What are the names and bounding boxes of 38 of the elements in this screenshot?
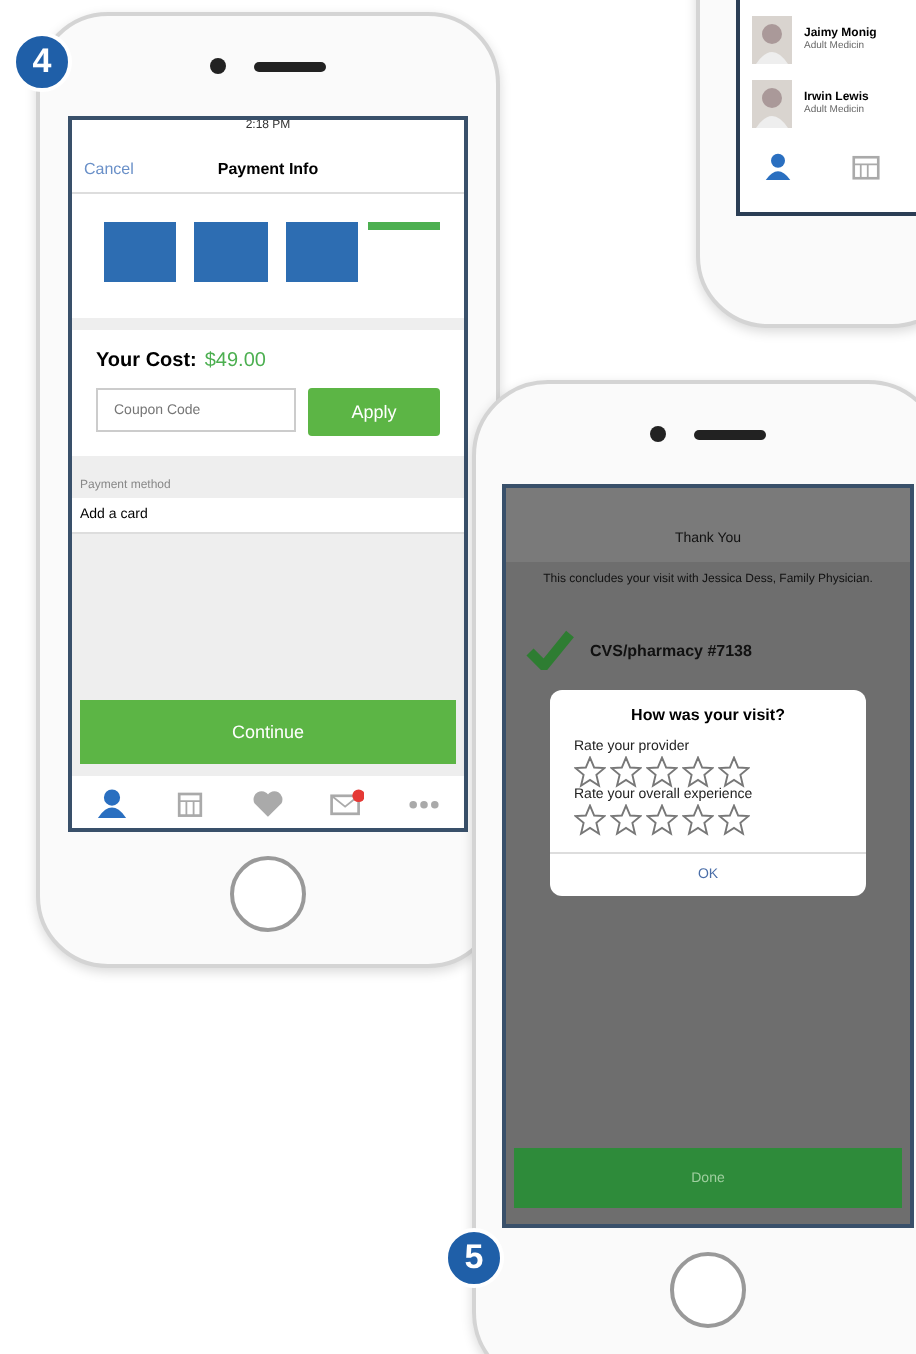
star-icon[interactable]	[682, 756, 714, 788]
star-icon[interactable]	[646, 756, 678, 788]
cost-value: $49.00	[204, 350, 266, 372]
person-icon[interactable]	[764, 152, 792, 180]
progress-segment	[104, 222, 177, 282]
star-icon[interactable]	[682, 804, 714, 836]
progress-segment	[367, 222, 440, 230]
speaker-icon	[694, 429, 766, 439]
camera-icon	[650, 426, 666, 442]
step-number: 5	[444, 1228, 504, 1288]
dialog-title: How was your visit?	[629, 706, 787, 724]
cancel-link[interactable]: Cancel	[84, 159, 134, 177]
progress-segment	[194, 222, 267, 282]
home-button[interactable]	[230, 856, 306, 932]
cost-label: Your Cost:	[96, 350, 197, 372]
step-number: 4	[12, 32, 72, 92]
mail-icon[interactable]	[328, 787, 365, 817]
calendar-icon[interactable]	[852, 152, 880, 180]
star-icon[interactable]	[610, 804, 642, 836]
speaker-icon	[254, 61, 326, 71]
avatar-icon	[752, 80, 792, 128]
screen-title: Payment Info	[217, 159, 319, 177]
home-button[interactable]	[670, 1252, 746, 1328]
person-icon[interactable]	[93, 787, 130, 817]
check-icon	[526, 630, 574, 670]
continue-button[interactable]: Continue	[80, 700, 456, 764]
heart-icon[interactable]	[249, 787, 286, 817]
apply-button[interactable]: Apply	[308, 388, 440, 436]
avatar-icon	[752, 16, 792, 64]
pharmacy-name: CVS/pharmacy #7138	[590, 641, 752, 659]
camera-icon	[210, 58, 226, 74]
star-icon[interactable]	[718, 756, 750, 788]
star-icon[interactable]	[574, 804, 606, 836]
star-icon[interactable]	[610, 756, 642, 788]
star-icon[interactable]	[646, 804, 678, 836]
star-icon[interactable]	[718, 804, 750, 836]
star-icon[interactable]	[574, 756, 606, 788]
progress-segment	[285, 222, 358, 282]
